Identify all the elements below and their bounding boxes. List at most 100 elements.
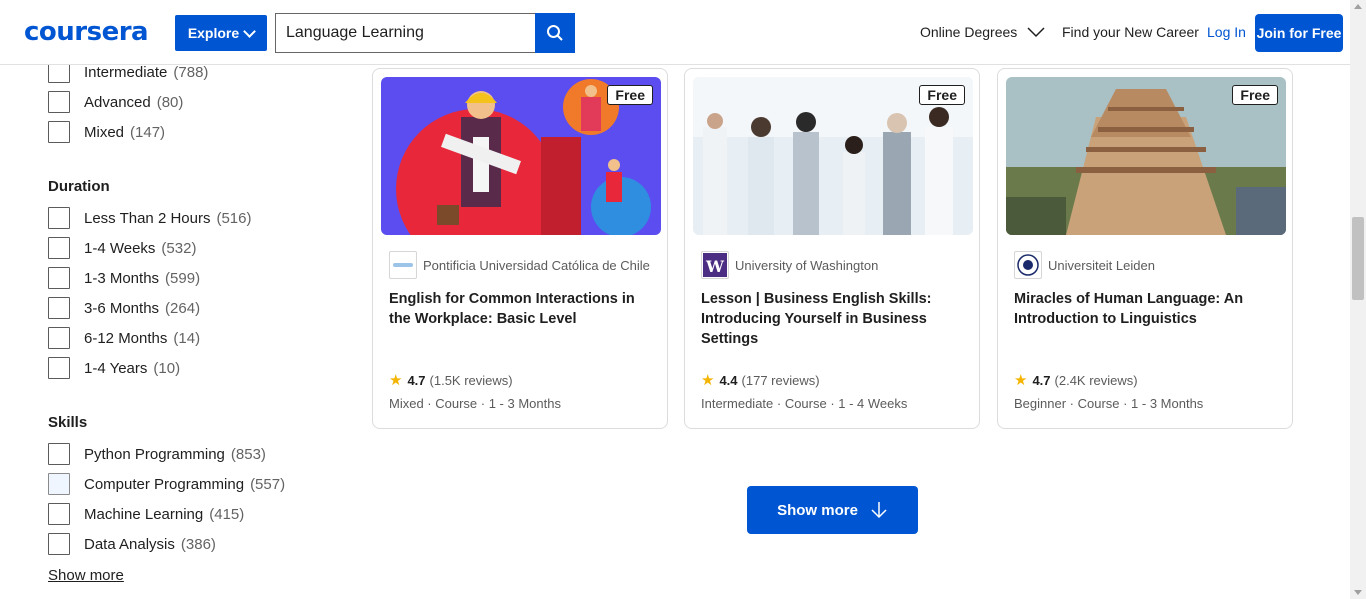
rating: ★ 4.7 (2.4K reviews) <box>1014 371 1138 389</box>
filter-duration-item[interactable]: 3-6 Months (264) <box>48 296 200 320</box>
course-meta: Beginner · Course · 1 - 3 Months <box>1014 396 1204 411</box>
chevron-down-icon <box>243 24 257 38</box>
page-scrollbar[interactable] <box>1350 0 1366 599</box>
show-more-label: Show more <box>777 501 858 519</box>
checkbox[interactable] <box>48 91 70 113</box>
partner: W University of Washington <box>701 251 878 279</box>
skills-heading: Skills <box>48 414 88 431</box>
filter-label: Machine Learning <box>84 505 204 523</box>
filter-count: (80) <box>156 93 184 111</box>
chevron-down-icon <box>1027 27 1045 38</box>
filter-label: Less Than 2 Hours <box>84 209 211 227</box>
filter-duration-item[interactable]: 1-3 Months (599) <box>48 266 200 290</box>
arrow-down-icon <box>871 502 887 519</box>
checkbox[interactable] <box>48 357 70 379</box>
course-title[interactable]: English for Common Interactions in the W… <box>389 289 651 329</box>
filter-label: Computer Programming <box>84 475 245 493</box>
filter-count: (10) <box>153 359 181 377</box>
filter-label: Python Programming <box>84 445 225 463</box>
review-count: (1.5K reviews) <box>429 372 513 388</box>
partner: Pontificia Universidad Católica de Chile <box>389 251 650 279</box>
partner-name: Universiteit Leiden <box>1048 257 1155 273</box>
checkbox[interactable] <box>48 237 70 259</box>
rating-value: 4.4 <box>719 372 738 388</box>
filter-count: (532) <box>161 239 197 257</box>
rating-value: 4.7 <box>1032 372 1051 388</box>
checkbox[interactable] <box>48 121 70 143</box>
course-card[interactable]: Free W University of Washington Lesson |… <box>684 68 980 429</box>
filter-duration-item[interactable]: 1-4 Weeks (532) <box>48 236 196 260</box>
coursera-logo[interactable]: coursera <box>24 17 149 47</box>
checkbox[interactable] <box>48 473 70 495</box>
scroll-down-arrow-icon[interactable] <box>1354 590 1362 595</box>
filter-count: (853) <box>230 445 266 463</box>
course-thumbnail: Free <box>693 77 973 235</box>
free-badge: Free <box>919 85 965 105</box>
checkbox[interactable] <box>48 327 70 349</box>
review-count: (2.4K reviews) <box>1054 372 1138 388</box>
checkbox[interactable] <box>48 267 70 289</box>
filter-label: 6-12 Months <box>84 329 168 347</box>
find-career-link[interactable]: Find your New Career <box>1062 24 1199 40</box>
top-header: coursera Explore Online Degrees Find you… <box>0 0 1350 65</box>
skills-show-more-link[interactable]: Show more <box>48 567 124 584</box>
search-input[interactable] <box>275 13 535 53</box>
filter-duration-item[interactable]: Less Than 2 Hours (516) <box>48 206 252 230</box>
star-icon: ★ <box>1014 372 1028 389</box>
filter-skill-item[interactable]: Machine Learning (415) <box>48 502 244 526</box>
partner-logo <box>1014 251 1042 279</box>
search-button[interactable] <box>535 13 575 53</box>
course-card[interactable]: Free Universiteit Leiden Miracles of Hum… <box>997 68 1293 429</box>
filter-skill-item[interactable]: Data Analysis (386) <box>48 532 216 556</box>
star-icon: ★ <box>701 372 715 389</box>
filter-level-mixed[interactable]: Mixed (147) <box>48 120 165 144</box>
search-icon <box>547 25 563 41</box>
join-for-free-button[interactable]: Join for Free <box>1255 14 1343 52</box>
filter-label: Data Analysis <box>84 535 175 553</box>
checkbox[interactable] <box>48 533 70 555</box>
course-meta: Intermediate · Course · 1 - 4 Weeks <box>701 396 908 411</box>
filter-count: (147) <box>130 123 166 141</box>
filter-duration-item[interactable]: 1-4 Years (10) <box>48 356 180 380</box>
filter-label: 3-6 Months <box>84 299 160 317</box>
online-degrees-label: Online Degrees <box>920 24 1018 40</box>
explore-label: Explore <box>187 25 240 41</box>
filter-count: (557) <box>250 475 286 493</box>
filter-label: Mixed <box>84 123 125 141</box>
course-card[interactable]: Free Pontificia Universidad Católica de … <box>372 68 668 429</box>
filter-count: (386) <box>180 535 216 553</box>
filter-label: Intermediate <box>84 63 168 81</box>
course-title[interactable]: Lesson | Business English Skills: Introd… <box>701 289 963 349</box>
filter-level-advanced[interactable]: Advanced (80) <box>48 90 183 114</box>
review-count: (177 reviews) <box>741 372 820 388</box>
filter-label: 1-4 Weeks <box>84 239 156 257</box>
filter-label: Advanced <box>84 93 151 111</box>
scroll-up-arrow-icon[interactable] <box>1354 4 1362 9</box>
course-meta: Mixed · Course · 1 - 3 Months <box>389 396 561 411</box>
filter-label: 1-4 Years <box>84 359 148 377</box>
online-degrees-menu[interactable]: Online Degrees <box>920 24 1045 40</box>
explore-button[interactable]: Explore <box>175 15 267 51</box>
checkbox[interactable] <box>48 443 70 465</box>
filter-duration-item[interactable]: 6-12 Months (14) <box>48 326 200 350</box>
filter-label: 1-3 Months <box>84 269 160 287</box>
checkbox[interactable] <box>48 503 70 525</box>
course-title[interactable]: Miracles of Human Language: An Introduct… <box>1014 289 1276 329</box>
free-badge: Free <box>607 85 653 105</box>
checkbox[interactable] <box>48 207 70 229</box>
partner-name: Pontificia Universidad Católica de Chile <box>423 257 650 273</box>
filter-skill-item[interactable]: Computer Programming (557) <box>48 472 285 496</box>
scroll-thumb[interactable] <box>1352 217 1364 300</box>
login-link[interactable]: Log In <box>1207 24 1246 40</box>
partner-name: University of Washington <box>735 257 879 273</box>
free-badge: Free <box>1232 85 1278 105</box>
show-more-button[interactable]: Show more <box>747 486 918 534</box>
filter-count: (516) <box>216 209 252 227</box>
filter-count: (599) <box>165 269 201 287</box>
rating: ★ 4.7 (1.5K reviews) <box>389 371 513 389</box>
filter-skill-item[interactable]: Python Programming (853) <box>48 442 266 466</box>
checkbox[interactable] <box>48 297 70 319</box>
filter-count: (415) <box>209 505 245 523</box>
partner-logo <box>389 251 417 279</box>
rating: ★ 4.4 (177 reviews) <box>701 371 820 389</box>
